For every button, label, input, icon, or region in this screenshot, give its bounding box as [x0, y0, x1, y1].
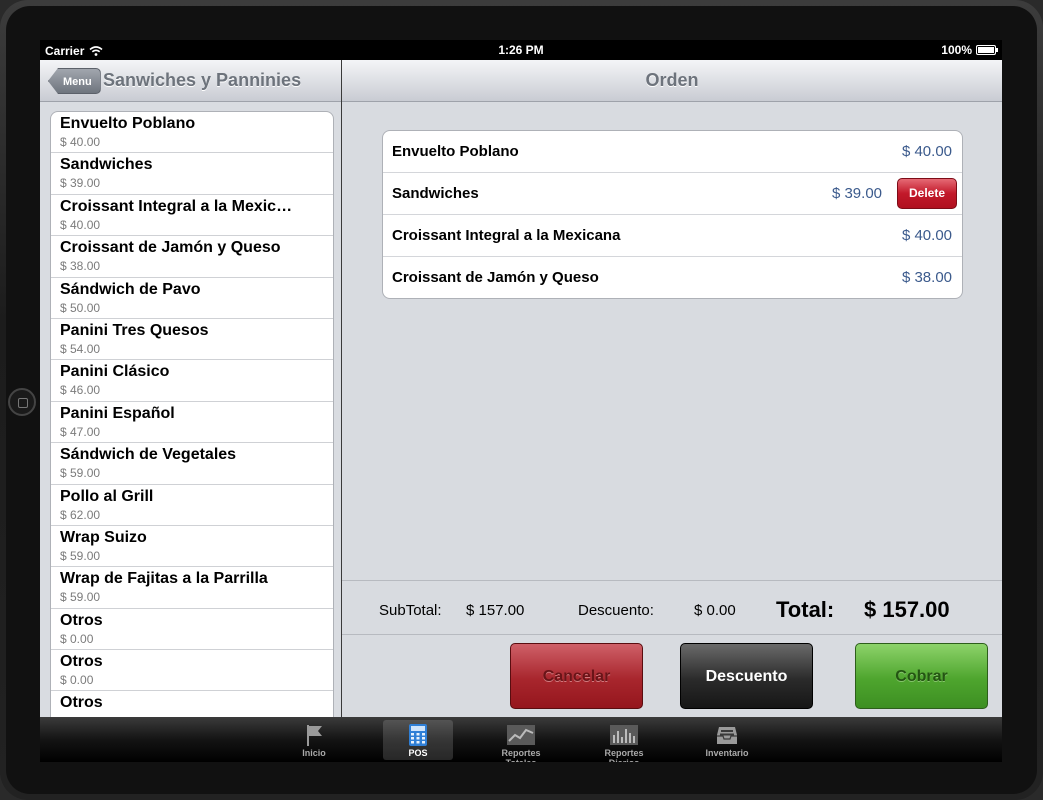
order-item-name: Sandwiches — [392, 185, 479, 202]
charge-button[interactable]: Cobrar — [855, 643, 988, 709]
menu-item-name: Sándwich de Pavo — [60, 280, 201, 298]
order-row[interactable]: Croissant de Jamón y Queso $ 38.00 — [383, 257, 962, 298]
menu-category-title: Sanwiches y Panninies — [103, 70, 302, 90]
status-bar: Carrier 1:26 PM 100% — [40, 40, 1002, 60]
menu-item-name: Wrap Suizo — [60, 528, 147, 546]
order-item-name: Croissant de Jamón y Queso — [392, 269, 599, 286]
menu-item[interactable]: Wrap Suizo $ 59.00 — [51, 526, 333, 568]
menu-item-name: Otros — [60, 653, 103, 671]
order-title: Orden — [645, 70, 699, 90]
menu-item-name: Croissant Integral a la Mexic… — [60, 197, 293, 215]
menu-pane: Menu Sanwiches y Panninies Envuelto Pobl… — [40, 60, 342, 723]
menu-item-price: $ 47.00 — [60, 424, 101, 439]
tab-label: POS — [408, 748, 428, 758]
menu-item-name: Panini Clásico — [60, 363, 170, 381]
cancel-button[interactable]: Cancelar — [510, 643, 643, 709]
tab-label: Inventario — [705, 748, 749, 758]
tab-pos[interactable]: POS — [383, 720, 453, 760]
menu-item-name: Panini Tres Quesos — [60, 321, 209, 339]
total-value: $ 157.00 — [864, 597, 950, 622]
tab-reportes-totales[interactable]: Reportes Totales — [485, 720, 557, 762]
discount-button[interactable]: Descuento — [680, 643, 813, 709]
menu-item[interactable]: Croissant Integral a la Mexic… $ 40.00 — [51, 195, 333, 237]
menu-item[interactable]: Wrap de Fajitas a la Parrilla $ 59.00 — [51, 567, 333, 609]
inbox-icon — [717, 727, 737, 744]
menu-item-price: $ 59.00 — [60, 548, 101, 563]
order-item-price: $ 39.00 — [831, 185, 882, 202]
bar-chart-icon — [610, 725, 638, 745]
menu-item-name: Pollo al Grill — [60, 487, 154, 505]
menu-item[interactable]: Envuelto Poblano $ 40.00 — [51, 112, 333, 154]
order-item-price: $ 40.00 — [901, 143, 952, 160]
menu-item-name: Panini Español — [60, 404, 175, 422]
order-navbar: Orden — [342, 60, 1002, 102]
menu-item-price: $ 38.00 — [60, 259, 101, 274]
subtotal-value: $ 157.00 — [466, 602, 525, 619]
menu-item-name: Otros — [60, 611, 103, 629]
menu-item-price: $ 46.00 — [60, 383, 101, 398]
menu-item[interactable]: Panini Tres Quesos $ 54.00 — [51, 319, 333, 361]
tab-label: Reportes Diarios — [604, 748, 644, 762]
menu-item-name: Sandwiches — [60, 156, 153, 174]
order-item-name: Croissant Integral a la Mexicana — [392, 227, 621, 244]
screen: Carrier 1:26 PM 100% Menu Sanwiches y Pa… — [40, 40, 1002, 762]
menu-navbar: Menu Sanwiches y Panninies — [40, 60, 341, 102]
totals-bar: SubTotal: $ 157.00 Descuento: $ 0.00 Tot… — [342, 580, 1002, 635]
total-label: Total: — [776, 597, 835, 622]
line-chart-icon — [507, 725, 535, 745]
tab-label: Inicio — [302, 748, 326, 758]
menu-item[interactable]: Panini Clásico $ 46.00 — [51, 360, 333, 402]
menu-item-price: $ 0.00 — [60, 673, 94, 688]
menu-item-name: Otros — [60, 694, 103, 712]
battery-percent: 100% — [941, 43, 972, 57]
clock: 1:26 PM — [498, 43, 544, 57]
menu-item[interactable]: Croissant de Jamón y Queso $ 38.00 — [51, 236, 333, 278]
order-row[interactable]: Envuelto Poblano $ 40.00 — [383, 131, 962, 173]
home-button[interactable] — [8, 388, 36, 416]
menu-item[interactable]: Sandwiches $ 39.00 — [51, 153, 333, 195]
back-button[interactable]: Menu — [48, 68, 101, 94]
menu-item-name: Envuelto Poblano — [60, 115, 196, 132]
menu-item-name: Sándwich de Vegetales — [60, 446, 237, 464]
order-item-price: $ 38.00 — [901, 269, 952, 286]
menu-item-price: $ 40.00 — [60, 217, 101, 232]
calculator-icon — [409, 724, 427, 746]
menu-item-price: $ 50.00 — [60, 300, 101, 315]
menu-item[interactable]: Sándwich de Pavo $ 50.00 — [51, 278, 333, 319]
battery-icon — [976, 45, 998, 55]
delete-button[interactable]: Delete — [897, 178, 957, 209]
discount-value: $ 0.00 — [694, 602, 736, 619]
menu-item-name: Wrap de Fajitas a la Parrilla — [60, 570, 268, 588]
order-pane: Orden Envuelto Poblano $ 40.00 Sandwiche… — [342, 60, 1002, 717]
tab-inicio[interactable]: Inicio — [279, 720, 349, 760]
menu-item[interactable]: Sándwich de Vegetales $ 59.00 — [51, 443, 333, 485]
order-list: Envuelto Poblano $ 40.00 Sandwiches $ 39… — [382, 130, 963, 299]
tab-bar: Inicio POS Reportes Totales — [40, 717, 1002, 762]
order-item-name: Envuelto Poblano — [392, 143, 519, 160]
menu-item-price: $ 0.00 — [60, 631, 94, 646]
menu-item-price: $ 62.00 — [60, 507, 101, 522]
order-item-price: $ 40.00 — [901, 227, 952, 244]
menu-item[interactable]: Otros $ 0.00 — [51, 650, 333, 692]
menu-item-price: $ 40.00 — [60, 135, 101, 149]
order-row[interactable]: Sandwiches $ 39.00 Delete — [383, 173, 962, 215]
menu-item-price: $ 39.00 — [60, 176, 101, 191]
tab-inventario[interactable]: Inventario — [692, 720, 762, 760]
menu-item-price: $ 54.00 — [60, 341, 101, 356]
menu-item[interactable]: Panini Español $ 47.00 — [51, 402, 333, 444]
menu-item-price: $ 59.00 — [60, 466, 101, 481]
menu-item[interactable]: Otros $ 0.00 — [51, 609, 333, 651]
menu-item[interactable]: Pollo al Grill $ 62.00 — [51, 485, 333, 526]
battery-indicator: 100% — [941, 43, 998, 57]
flag-icon — [307, 725, 322, 746]
menu-item-name: Croissant de Jamón y Queso — [60, 239, 281, 257]
tab-label: Reportes Totales — [501, 748, 541, 762]
discount-label: Descuento: — [578, 602, 654, 619]
order-row[interactable]: Croissant Integral a la Mexicana $ 40.00 — [383, 215, 962, 257]
menu-item-list[interactable]: Envuelto Poblano $ 40.00 Sandwiches $ 39… — [50, 111, 334, 723]
tab-reportes-diarios[interactable]: Reportes Diarios — [588, 720, 660, 762]
subtotal-label: SubTotal: — [379, 602, 442, 619]
menu-item-price: $ 59.00 — [60, 590, 101, 605]
action-buttons: Cancelar Descuento Cobrar — [342, 643, 1002, 713]
